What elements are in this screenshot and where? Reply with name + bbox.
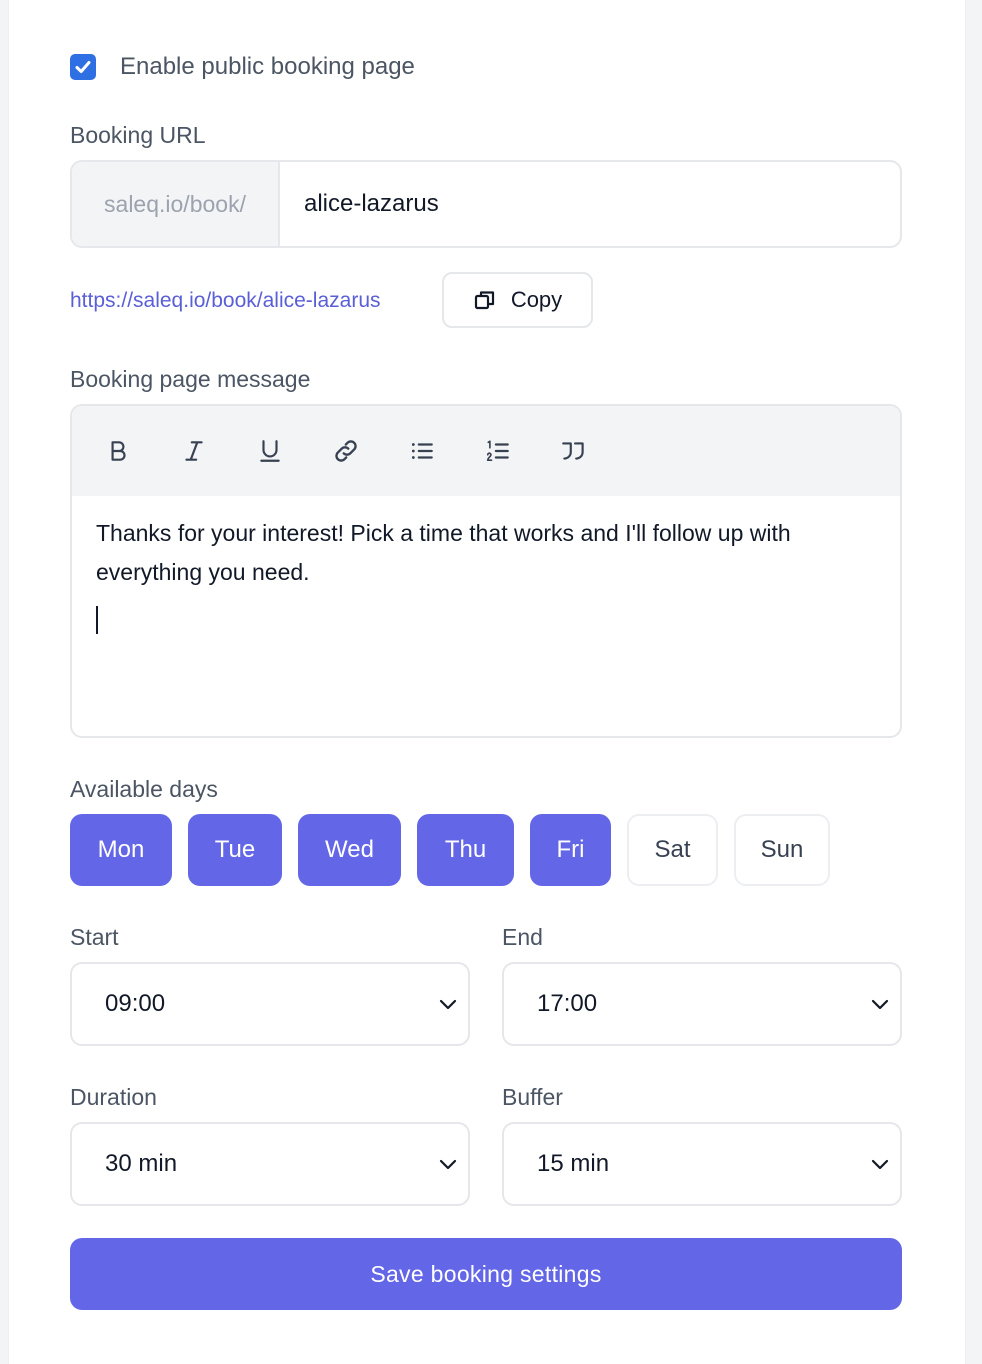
full-booking-url-link[interactable]: https://saleq.io/book/alice-lazarus	[70, 287, 381, 315]
booking-url-group: saleq.io/book/ alice-lazarus	[70, 160, 902, 248]
save-booking-settings-button[interactable]: Save booking settings	[70, 1238, 902, 1310]
underline-icon[interactable]	[248, 429, 292, 473]
start-label: Start	[70, 924, 119, 950]
buffer-select[interactable]: 15 min	[502, 1122, 902, 1206]
public-page-checkbox[interactable]	[70, 54, 96, 80]
bold-icon[interactable]	[96, 429, 140, 473]
chevron-down-icon	[871, 999, 889, 1010]
end-label: End	[502, 924, 543, 950]
day-sat[interactable]: Sat	[627, 814, 718, 886]
booking-url-prefix: saleq.io/book/	[72, 162, 280, 246]
editor-toolbar	[72, 406, 900, 496]
checkmark-icon	[75, 61, 91, 73]
duration-select[interactable]: 30 min	[70, 1122, 470, 1206]
copy-icon	[474, 291, 494, 310]
booking-url-slug-input[interactable]: alice-lazarus	[280, 162, 900, 246]
day-fri[interactable]: Fri	[530, 814, 611, 886]
available-days-label: Available days	[70, 776, 218, 802]
copy-button-label: Copy	[510, 287, 563, 312]
message-text: Thanks for your interest! Pick a time th…	[96, 520, 791, 585]
buffer-label: Buffer	[502, 1084, 563, 1110]
public-page-label[interactable]: Enable public booking page	[120, 53, 415, 81]
duration-value: 30 min	[105, 1150, 178, 1177]
message-textarea[interactable]: Thanks for your interest! Pick a time th…	[72, 496, 900, 634]
copy-url-button[interactable]: Copy	[442, 272, 593, 328]
start-time-select[interactable]: 09:00	[70, 962, 470, 1046]
booking-message-label: Booking page message	[70, 366, 311, 392]
end-time-value: 17:00	[537, 990, 598, 1017]
link-icon[interactable]	[324, 429, 368, 473]
day-sun[interactable]: Sun	[734, 814, 830, 886]
day-thu[interactable]: Thu	[417, 814, 514, 886]
start-time-value: 09:00	[105, 990, 166, 1017]
day-wed[interactable]: Wed	[298, 814, 401, 886]
italic-icon[interactable]	[172, 429, 216, 473]
booking-url-label: Booking URL	[70, 122, 206, 148]
duration-label: Duration	[70, 1084, 157, 1110]
day-mon[interactable]: Mon	[70, 814, 172, 886]
buffer-value: 15 min	[537, 1150, 610, 1177]
end-time-select[interactable]: 17:00	[502, 962, 902, 1046]
numbered-list-icon[interactable]	[476, 429, 520, 473]
text-caret	[96, 606, 98, 634]
chevron-down-icon	[871, 1159, 889, 1170]
bullet-list-icon[interactable]	[400, 429, 444, 473]
chevron-down-icon	[439, 999, 457, 1010]
quote-icon[interactable]	[552, 429, 596, 473]
day-tue[interactable]: Tue	[188, 814, 282, 886]
chevron-down-icon	[439, 1159, 457, 1170]
message-editor: Thanks for your interest! Pick a time th…	[70, 404, 902, 738]
